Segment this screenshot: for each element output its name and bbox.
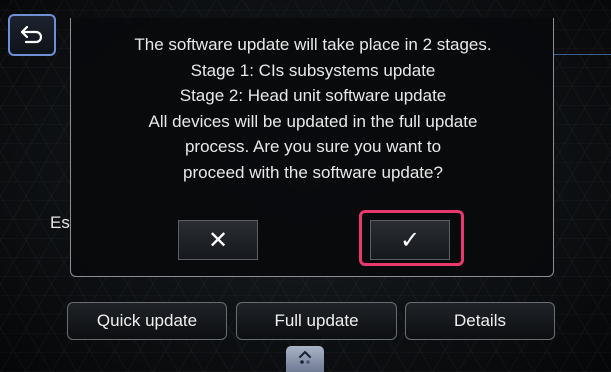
details-button[interactable]: Details	[405, 302, 555, 340]
checkmark-icon: ✓	[399, 226, 421, 254]
confirmation-dialog: The software update will take place in 2…	[70, 18, 554, 277]
infotainment-screen: Es The software update will take place i…	[0, 0, 611, 372]
message-line: Stage 1: CIs subsystems update	[190, 60, 436, 80]
chevron-up-icon	[299, 350, 311, 358]
header-divider	[548, 54, 611, 55]
dialog-message: The software update will take place in 2…	[71, 32, 555, 185]
message-line: The software update will take place in 2…	[134, 35, 492, 54]
message-line: All devices will be updated in the full …	[148, 111, 478, 131]
confirm-button[interactable]: ✓	[370, 220, 450, 260]
message-line: Stage 2: Head unit software update	[179, 86, 447, 105]
back-arrow-icon	[20, 25, 43, 44]
drawer-handle[interactable]	[286, 346, 324, 372]
page-dots-icon	[300, 360, 310, 364]
back-button[interactable]	[8, 14, 56, 56]
message-line: process. Are you sure you want to	[184, 137, 442, 156]
message-line: proceed with the software update?	[183, 162, 443, 182]
close-icon: ✕	[207, 226, 229, 254]
obscured-label: Es	[50, 213, 70, 232]
cancel-button[interactable]: ✕	[178, 220, 258, 260]
full-update-button[interactable]: Full update	[236, 302, 397, 340]
quick-update-button[interactable]: Quick update	[67, 302, 227, 340]
